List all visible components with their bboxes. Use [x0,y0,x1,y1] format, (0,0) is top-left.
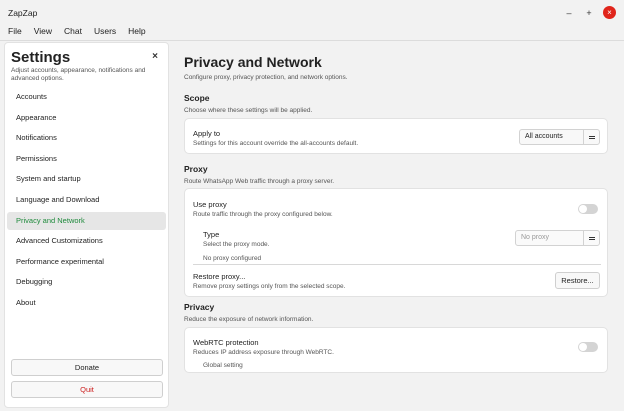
sidebar-title: Settings [11,49,71,66]
donate-button[interactable]: Donate [11,359,163,376]
proxy-divider [193,264,601,265]
proxy-section-title: Proxy [184,164,208,174]
scope-section-subtitle: Choose where these settings will be appl… [184,107,313,114]
menu-view[interactable]: View [34,24,52,40]
close-settings-icon[interactable]: × [152,51,158,62]
page-title: Privacy and Network [184,54,322,70]
use-proxy-toggle[interactable] [578,204,598,214]
sidebar-item-privacy-network[interactable]: Privacy and Network [7,211,166,230]
proxy-type-label: Type [203,230,220,239]
close-icon[interactable]: × [603,6,616,19]
settings-sidebar: Settings × Adjust accounts, appearance, … [4,42,169,408]
menu-divider [0,40,624,41]
scope-card: Apply to Settings for this account overr… [184,118,608,154]
sidebar-nav: Accounts Appearance Notifications Permis… [7,88,166,315]
sidebar-item-notifications[interactable]: Notifications [7,129,166,147]
apply-to-desc: Settings for this account override the a… [193,140,359,147]
apply-to-value: All accounts [525,133,563,140]
menu-users[interactable]: Users [94,24,116,40]
restore-proxy-desc: Remove proxy settings only from the sele… [193,283,346,290]
privacy-section-title: Privacy [184,302,215,312]
dropdown-icon [583,231,599,245]
webrtc-toggle[interactable] [578,342,598,352]
privacy-section-subtitle: Reduce the exposure of network informati… [184,316,314,323]
page-subtitle: Configure proxy, privacy protection, and… [184,74,348,81]
menu-bar: File View Chat Users Help [0,24,624,40]
maximize-icon[interactable]: + [583,7,595,19]
menu-help[interactable]: Help [128,24,145,40]
sidebar-subtitle: Adjust accounts, appearance, notificatio… [11,67,146,82]
sidebar-item-debugging[interactable]: Debugging [7,273,166,291]
quit-button[interactable]: Quit [11,381,163,398]
minimize-icon[interactable]: – [563,7,575,19]
webrtc-label: WebRTC protection [193,338,259,347]
window-controls: – + × [563,6,616,19]
app-title: ZapZap [8,8,38,18]
proxy-status: No proxy configured [203,255,262,262]
webrtc-scope-note: Global setting [203,362,243,369]
apply-to-select[interactable]: All accounts [519,129,600,145]
sidebar-item-advanced-customizations[interactable]: Advanced Customizations [7,232,166,250]
menu-file[interactable]: File [8,24,22,40]
privacy-card: WebRTC protection Reduces IP address exp… [184,327,608,373]
title-bar: ZapZap – + × [0,0,624,24]
sidebar-item-about[interactable]: About [7,294,166,312]
apply-to-label: Apply to [193,129,221,138]
proxy-type-value: No proxy [521,234,550,241]
use-proxy-label: Use proxy [193,200,227,209]
sidebar-item-appearance[interactable]: Appearance [7,109,166,127]
dropdown-icon [583,130,599,144]
proxy-section-subtitle: Route WhatsApp Web traffic through a pro… [184,178,335,185]
proxy-type-desc: Select the proxy mode. [203,241,270,248]
sidebar-item-performance[interactable]: Performance experimental [7,253,166,271]
sidebar-item-language-download[interactable]: Language and Download [7,191,166,209]
scope-section-title: Scope [184,93,210,103]
restore-button[interactable]: Restore... [555,272,600,289]
proxy-type-select[interactable]: No proxy [515,230,600,246]
menu-chat[interactable]: Chat [64,24,82,40]
sidebar-item-system-startup[interactable]: System and startup [7,170,166,188]
proxy-card: Use proxy Route traffic through the prox… [184,188,608,297]
sidebar-item-accounts[interactable]: Accounts [7,88,166,106]
webrtc-desc: Reduces IP address exposure through WebR… [193,349,334,356]
use-proxy-desc: Route traffic through the proxy configur… [193,211,333,218]
sidebar-item-permissions[interactable]: Permissions [7,150,166,168]
restore-proxy-label: Restore proxy... [193,272,246,281]
